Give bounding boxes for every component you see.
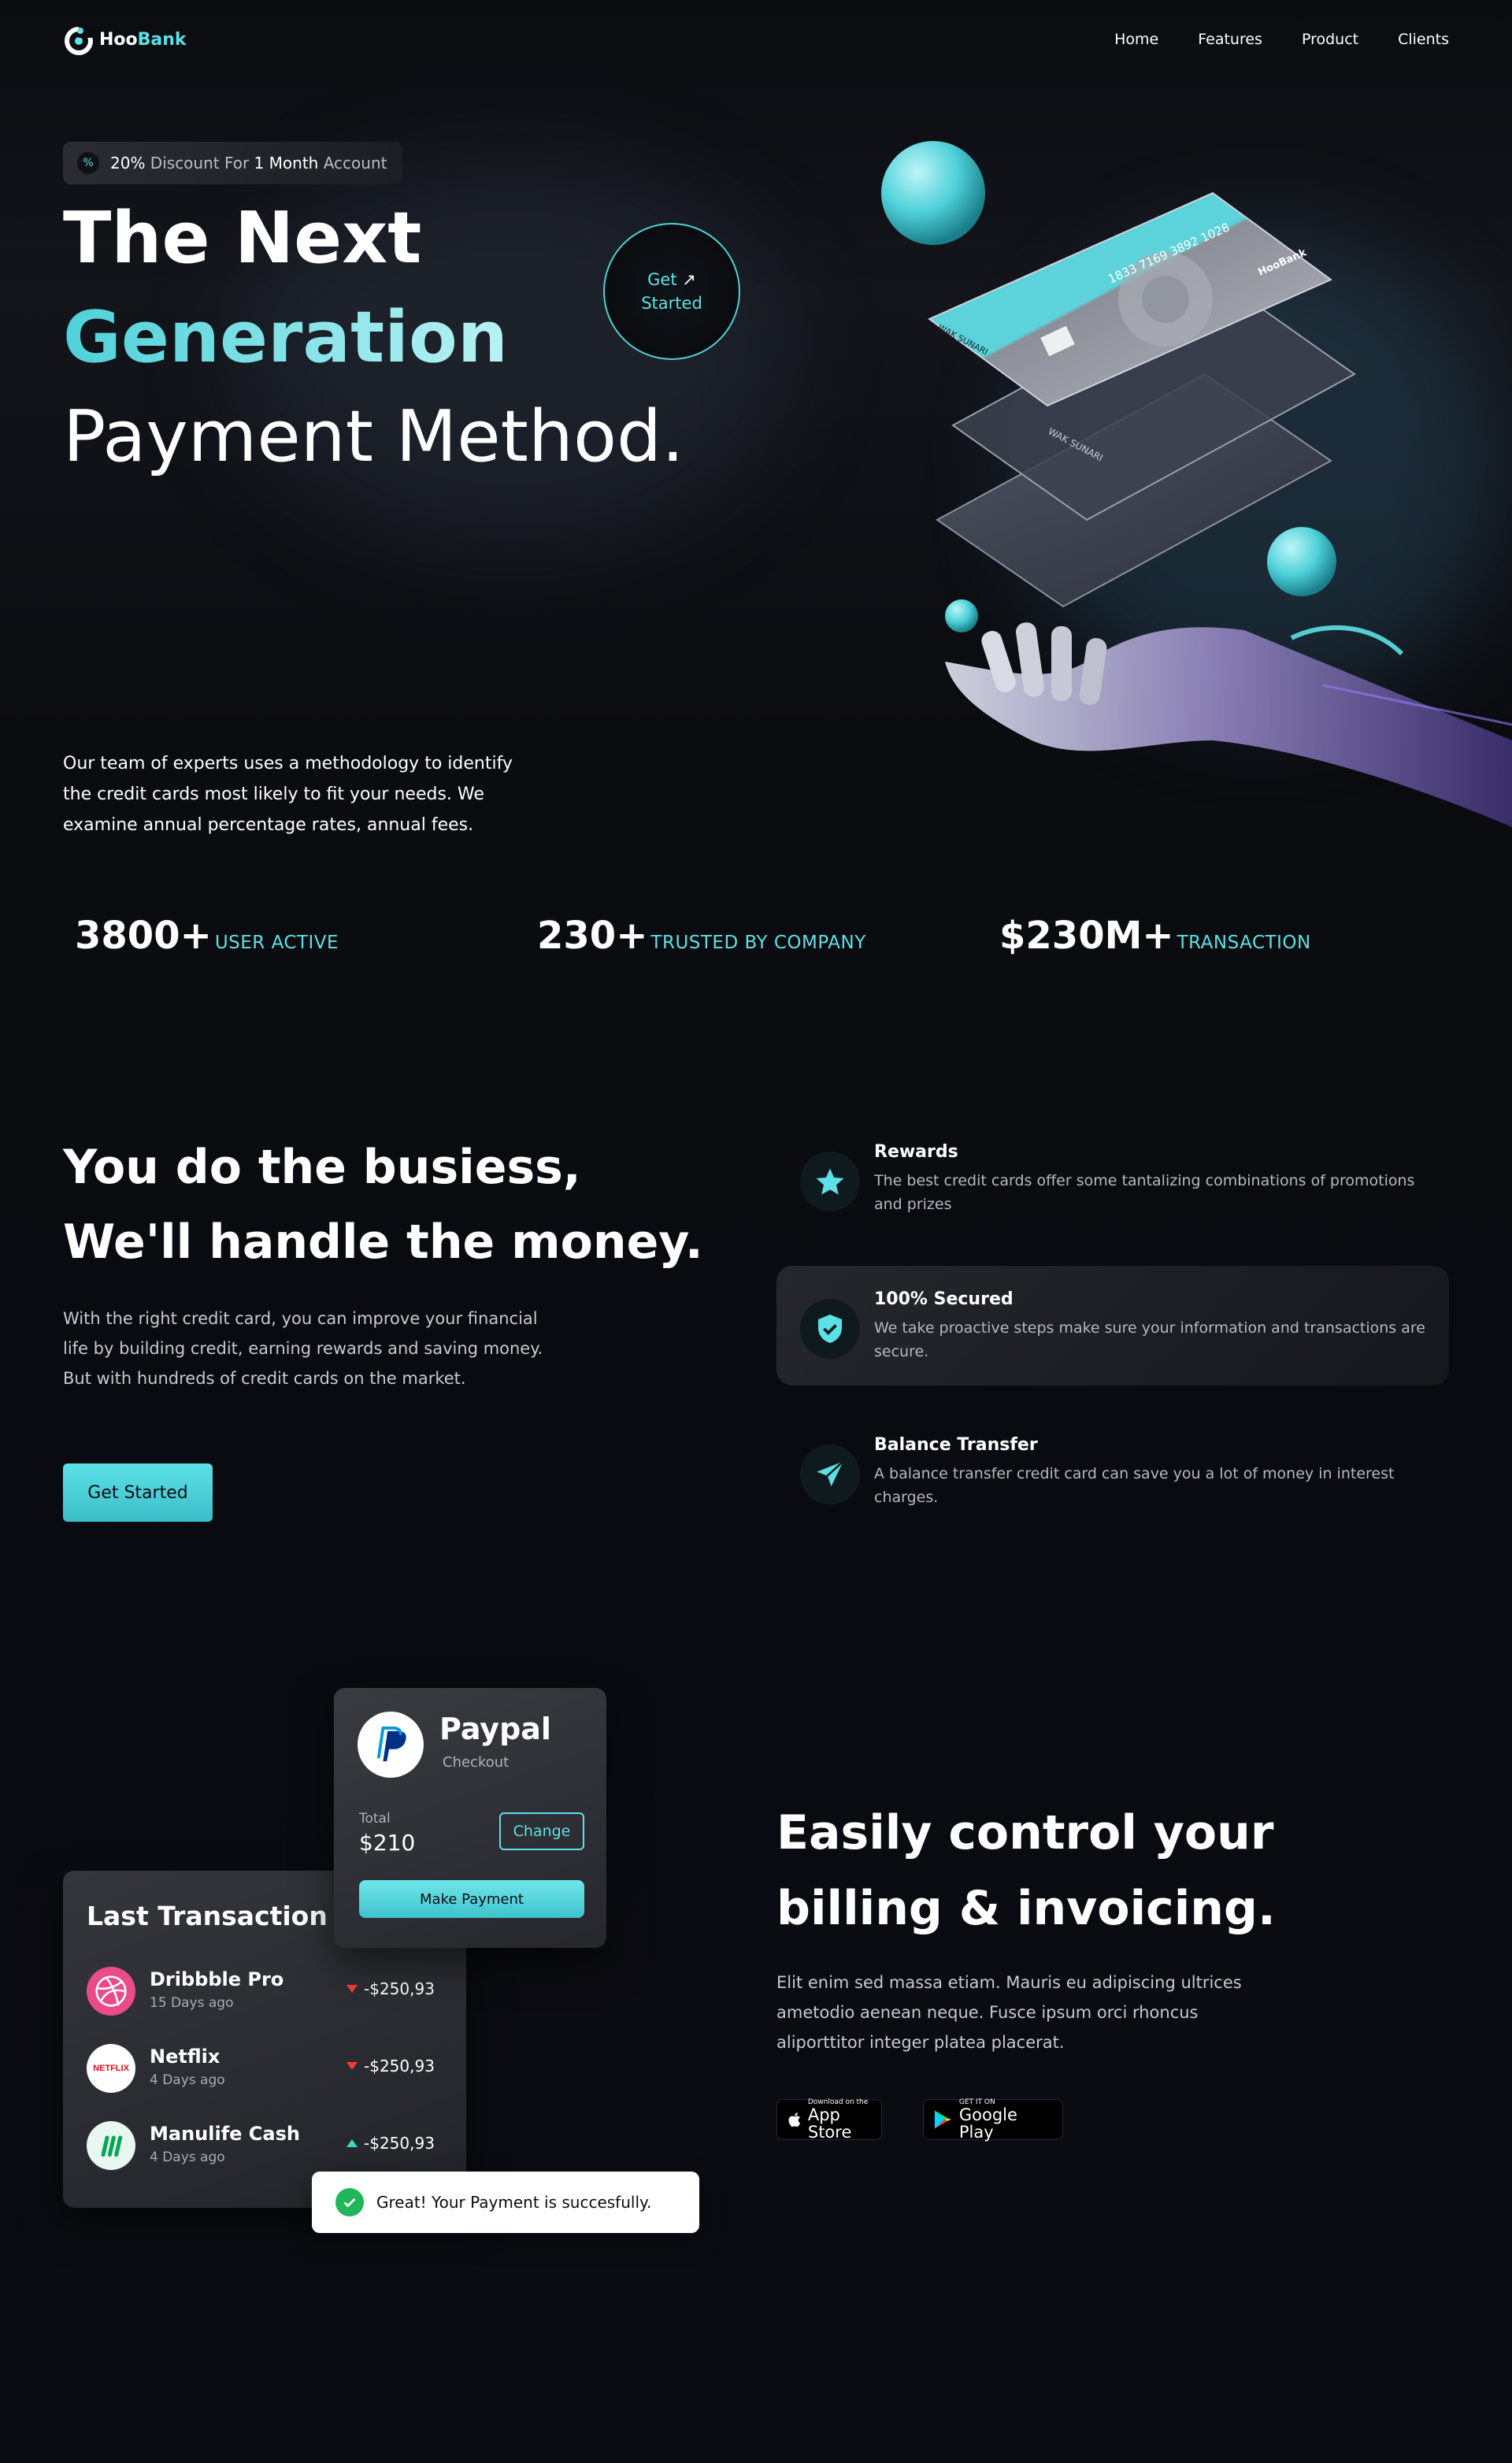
star-icon	[800, 1152, 860, 1211]
send-icon	[800, 1445, 860, 1504]
hero-description: Our team of experts uses a methodology t…	[63, 754, 513, 835]
nav-link-features[interactable]: Features	[1198, 31, 1262, 48]
floating-sphere-medium	[1267, 527, 1336, 596]
apple-icon	[788, 2112, 800, 2127]
stat-users: 3800+ USER ACTIVE	[75, 914, 339, 958]
transaction-amount: -$250,93	[346, 2057, 435, 2075]
payment-success-toast: Great! Your Payment is succesfully.	[312, 2172, 699, 2233]
total-label: Total	[359, 1811, 391, 1827]
stat-label: TRUSTED BY COMPANY	[650, 933, 866, 953]
google-play-text: GET IT ON Google Play	[959, 2098, 1053, 2141]
transaction-name: Netflix	[150, 2046, 220, 2068]
nav-link-clients[interactable]: Clients	[1398, 31, 1449, 48]
transaction-date: 15 Days ago	[150, 1995, 234, 2011]
feature-title: Balance Transfer	[874, 1435, 1038, 1455]
nav-link-home[interactable]: Home	[1114, 31, 1158, 48]
last-transaction-title: Last Transaction	[87, 1901, 328, 1931]
feature-text: We take proactive steps make sure your i…	[874, 1319, 1425, 1360]
get-started-line1: Get ↗	[647, 270, 696, 289]
business-title-line1: You do the busiess,	[63, 1140, 581, 1195]
stat-companies: 230+ TRUSTED BY COMPANY	[537, 914, 866, 958]
paypal-subtitle: Checkout	[443, 1754, 510, 1771]
transaction-name: Dribbble Pro	[150, 1968, 284, 1990]
transaction-row[interactable]: NETFLIX Netflix 4 Days ago -$250,93	[87, 2042, 449, 2094]
arrow-down-icon	[346, 1985, 358, 1993]
paypal-name: Paypal	[439, 1712, 551, 1746]
hero-title-line3: Payment Method.	[63, 395, 684, 478]
transaction-row[interactable]: Dribbble Pro 15 Days ago -$250,93	[87, 1965, 449, 2017]
netflix-icon: NETFLIX	[87, 2044, 135, 2093]
business-title-line2: We'll handle the money.	[63, 1215, 703, 1270]
get-started-line2: Started	[641, 294, 702, 313]
transaction-amount: -$250,93	[346, 1979, 435, 1998]
stat-transactions: $230M+ TRANSACTION	[999, 914, 1311, 958]
stats-row: 3800+ USER ACTIVE 230+ TRUSTED BY COMPAN…	[75, 914, 1414, 969]
feature-secured: 100% Secured We take proactive steps mak…	[776, 1266, 1449, 1385]
brand-name: HooBank	[99, 29, 187, 50]
hero-title-line2: Generation	[63, 296, 508, 379]
change-button[interactable]: Change	[499, 1812, 584, 1850]
arrow-up-icon	[346, 2139, 358, 2147]
robot-hand	[945, 622, 1512, 827]
feature-text: The best credit cards offer some tantali…	[874, 1172, 1415, 1213]
transaction-date: 4 Days ago	[150, 2072, 225, 2088]
logo-mark-icon	[65, 27, 93, 55]
transaction-name: Manulife Cash	[150, 2123, 300, 2145]
hero-title-line1: The Next	[63, 197, 422, 280]
get-started-button[interactable]: Get Started	[63, 1463, 213, 1522]
arrow-down-icon	[346, 2062, 358, 2070]
total-value: $210	[359, 1830, 416, 1856]
floating-sphere-small	[945, 599, 978, 632]
brand-logo[interactable]: HooBank	[63, 24, 187, 55]
check-circle-icon	[335, 2188, 364, 2216]
stat-label: TRANSACTION	[1177, 933, 1311, 953]
top-nav: HooBank Home Features Product Clients	[63, 22, 1449, 57]
shield-icon	[800, 1299, 860, 1359]
get-started-circle-button[interactable]: Get ↗ Started	[603, 223, 740, 360]
paypal-logo-icon	[358, 1712, 424, 1778]
nav-link-product[interactable]: Product	[1302, 31, 1358, 48]
business-description: With the right credit card, you can impr…	[63, 1309, 543, 1388]
stat-value: $230M+	[999, 914, 1174, 958]
arrow-up-right-icon: ↗	[682, 270, 696, 289]
google-play-icon	[934, 2110, 951, 2129]
billing-description: Elit enim sed massa etiam. Mauris eu adi…	[776, 1973, 1242, 2052]
stat-value: 3800+	[75, 914, 212, 958]
discount-text: 20% Discount For 1 Month Account	[110, 154, 387, 172]
percent-icon: %	[77, 152, 99, 174]
google-play-big-text: Google Play	[958, 2105, 1017, 2142]
google-play-button[interactable]: GET IT ON Google Play	[923, 2098, 1063, 2141]
toast-message: Great! Your Payment is succesfully.	[376, 2193, 652, 2212]
discount-badge: % 20% Discount For 1 Month Account	[63, 142, 403, 184]
feature-balance-transfer: Balance Transfer A balance transfer cred…	[776, 1411, 1449, 1531]
transaction-row[interactable]: Manulife Cash 4 Days ago -$250,93	[87, 2120, 449, 2172]
feature-text: A balance transfer credit card can save …	[874, 1465, 1395, 1506]
feature-rewards: Rewards The best credit cards offer some…	[776, 1118, 1449, 1238]
feature-title: 100% Secured	[874, 1289, 1014, 1309]
stat-value: 230+	[537, 914, 648, 958]
hero-illustration: WAK SUNARI 1833 7169 3892 1028 HooBank W…	[881, 141, 1512, 827]
billing-title-line2: billing & invoicing.	[776, 1881, 1276, 1936]
stat-label: USER ACTIVE	[214, 933, 339, 953]
nav-links: Home Features Product Clients	[1114, 31, 1449, 48]
make-payment-button[interactable]: Make Payment	[359, 1880, 584, 1918]
app-store-text: Download on the App Store	[808, 2098, 872, 2141]
netflix-logo-text: NETFLIX	[93, 2064, 129, 2073]
feature-title: Rewards	[874, 1142, 958, 1162]
paypal-checkout-card: Paypal Checkout Total $210 Change Make P…	[334, 1688, 606, 1948]
dribbble-icon	[87, 1967, 135, 2016]
billing-title-line1: Easily control your	[776, 1805, 1274, 1860]
manulife-icon	[87, 2121, 135, 2170]
transaction-date: 4 Days ago	[150, 2150, 225, 2165]
transaction-amount: -$250,93	[346, 2134, 435, 2153]
app-store-button[interactable]: Download on the App Store	[776, 2098, 882, 2141]
floating-sphere-large	[881, 141, 985, 245]
app-store-big-text: App Store	[807, 2105, 852, 2142]
